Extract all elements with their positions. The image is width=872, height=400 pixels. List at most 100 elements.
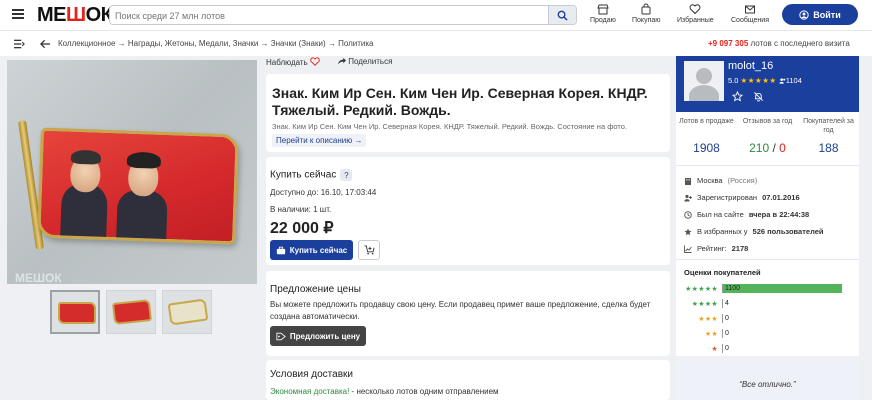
nav-favorites[interactable]: Избранные bbox=[677, 3, 714, 29]
offer-price-button[interactable]: Предложить цену bbox=[270, 326, 366, 346]
menu-icon[interactable] bbox=[12, 9, 24, 19]
search-button[interactable] bbox=[548, 6, 576, 24]
seller-rating-score: Рейтинг: 2178 bbox=[684, 244, 748, 253]
nav-favorites-label: Избранные bbox=[677, 17, 714, 24]
photo-watermark: МЕШОК bbox=[15, 271, 62, 284]
heart-icon bbox=[689, 4, 701, 15]
nav-sell-label: Продаю bbox=[590, 17, 616, 24]
rating-stars-3: ★★★ bbox=[698, 315, 718, 323]
stat-lots[interactable]: Лотов в продаже 1908 bbox=[676, 117, 737, 155]
price-offer-text: Вы можете предложить продавцу свою цену.… bbox=[270, 300, 651, 321]
stat-buyers-label: Покупателей за год bbox=[803, 118, 854, 134]
star-outline-icon[interactable] bbox=[732, 91, 743, 102]
search-icon bbox=[557, 10, 568, 21]
thumbnail-3[interactable] bbox=[162, 290, 212, 334]
rating-stars-5: ★★★★★ bbox=[685, 285, 718, 293]
buyer-ratings: Оценки покупателей ★★★★★ 1100 ★★★★ 4 ★★★ 0 … bbox=[676, 260, 859, 356]
economy-delivery-link[interactable]: Экономная доставка! bbox=[270, 387, 349, 396]
heart-outline-icon bbox=[310, 57, 320, 66]
watch-label: Наблюдать bbox=[266, 58, 308, 67]
offer-price-label: Предложить цену bbox=[289, 331, 361, 341]
thumbnail-2[interactable] bbox=[106, 290, 156, 334]
new-lots-count: +9 097 305 bbox=[708, 39, 749, 48]
stat-buyers-value: 188 bbox=[818, 141, 839, 155]
buyer-ratings-title: Оценки покупателей bbox=[684, 268, 761, 277]
review-text: “Все отлично.” bbox=[739, 380, 796, 389]
stat-lots-value: 1908 bbox=[693, 141, 720, 155]
rating-count-1: 0 bbox=[725, 345, 729, 352]
seller-stars: ★★★★★ bbox=[740, 76, 777, 85]
back-arrow-icon[interactable] bbox=[40, 39, 51, 49]
search-input[interactable] bbox=[110, 7, 540, 25]
main-photo[interactable]: МЕШОК bbox=[7, 60, 257, 284]
rating-row-4[interactable]: ★★★★ 4 bbox=[684, 299, 842, 308]
rating-row-1[interactable]: ★ 0 bbox=[684, 344, 842, 353]
rating-count-5: 1100 bbox=[725, 285, 741, 292]
rating-stars-2: ★★ bbox=[704, 330, 718, 338]
breadcrumb-bar: Коллекционное → Награды, Жетоны, Медали,… bbox=[0, 30, 872, 56]
breadcrumb[interactable]: Коллекционное → Награды, Жетоны, Медали,… bbox=[58, 39, 374, 48]
login-button[interactable]: Войти bbox=[782, 4, 858, 25]
seller-score: 5.0 bbox=[728, 76, 739, 85]
seller-favorites: В избранных у 526 пользователей bbox=[684, 227, 824, 236]
seller-stats: Лотов в продаже 1908 Отзывов за год 210 … bbox=[676, 112, 859, 166]
share-icon bbox=[337, 57, 346, 65]
nav-messages-label: Сообщения bbox=[731, 17, 769, 24]
add-to-cart-button[interactable] bbox=[358, 240, 380, 260]
badge-flag bbox=[37, 127, 239, 245]
new-lots-counter[interactable]: +9 097 305 лотов с последнего визита bbox=[708, 39, 850, 48]
stat-lots-label: Лотов в продаже bbox=[679, 118, 734, 125]
buy-now-button[interactable]: Купить сейчас bbox=[270, 240, 353, 260]
user-add-icon bbox=[684, 194, 692, 201]
share-button[interactable]: Поделиться bbox=[337, 57, 392, 71]
top-header: МЕШОК Продаю Покупаю Избранные Сообщения… bbox=[0, 0, 872, 30]
buy-now-label: Купить сейчас bbox=[289, 245, 348, 255]
review-snippet[interactable]: “Все отлично.” bbox=[676, 360, 859, 400]
chart-icon bbox=[684, 245, 692, 253]
stat-buyers[interactable]: Покупателей за год 188 bbox=[798, 117, 859, 155]
buy-now-heading: Купить сейчас? bbox=[270, 169, 353, 181]
sidebar-toggle-icon[interactable] bbox=[14, 39, 25, 49]
login-label: Войти bbox=[813, 9, 841, 20]
avatar[interactable] bbox=[684, 61, 724, 101]
watch-button[interactable]: Наблюдать bbox=[266, 57, 320, 71]
nav-buy[interactable]: Покупаю bbox=[632, 3, 661, 29]
seller-name[interactable]: molot_16 bbox=[728, 60, 773, 72]
search-box bbox=[109, 5, 577, 25]
stat-reviews[interactable]: Отзывов за год 210 / 0 bbox=[737, 117, 798, 155]
seller-rating: 5.0 ★★★★★ 1104 bbox=[728, 76, 802, 85]
thumbnail-1[interactable] bbox=[50, 290, 100, 334]
lot-subtitle: Знак. Ким Ир Сен. Ким Чен Ир. Северная К… bbox=[272, 122, 627, 131]
briefcase-icon bbox=[276, 246, 285, 254]
seller-location: Москва (Россия) bbox=[684, 176, 757, 185]
seller-registered: Зарегистрирован 07.01.2016 bbox=[684, 193, 800, 202]
go-to-description-link[interactable]: Перейти к описанию → bbox=[272, 134, 367, 147]
user-icon bbox=[799, 9, 809, 20]
building-icon bbox=[685, 177, 691, 185]
rating-row-2[interactable]: ★★ 0 bbox=[684, 329, 842, 338]
stat-reviews-value: 210 / 0 bbox=[749, 141, 786, 155]
nav-messages[interactable]: Сообщения bbox=[731, 3, 769, 29]
rating-row-5[interactable]: ★★★★★ 1100 bbox=[684, 284, 842, 293]
rating-row-3[interactable]: ★★★ 0 bbox=[684, 314, 842, 323]
nav-sell[interactable]: Продаю bbox=[590, 3, 616, 29]
lot-price: 22 000 ₽ bbox=[270, 220, 334, 237]
price-tag-icon bbox=[276, 332, 286, 340]
stat-reviews-label: Отзывов за год bbox=[742, 118, 793, 125]
help-icon[interactable]: ? bbox=[340, 169, 353, 181]
share-label: Поделиться bbox=[348, 57, 393, 66]
rating-count-2: 0 bbox=[725, 330, 729, 337]
mail-icon bbox=[745, 5, 755, 14]
site-logo[interactable]: МЕШОК bbox=[37, 4, 113, 27]
rating-count-3: 0 bbox=[725, 315, 729, 322]
star-filled-icon bbox=[684, 228, 692, 235]
bell-off-icon[interactable] bbox=[753, 91, 764, 102]
clock-icon bbox=[684, 210, 692, 219]
nav-buy-label: Покупаю bbox=[632, 17, 661, 24]
seller-info: Москва (Россия) Зарегистрирован 07.01.2016… bbox=[676, 166, 859, 260]
bag-icon bbox=[641, 3, 651, 15]
store-icon bbox=[597, 4, 609, 15]
rating-stars-1: ★ bbox=[711, 345, 718, 353]
rating-count-4: 4 bbox=[725, 300, 729, 307]
seller-reviews-count: 1104 bbox=[785, 76, 802, 85]
